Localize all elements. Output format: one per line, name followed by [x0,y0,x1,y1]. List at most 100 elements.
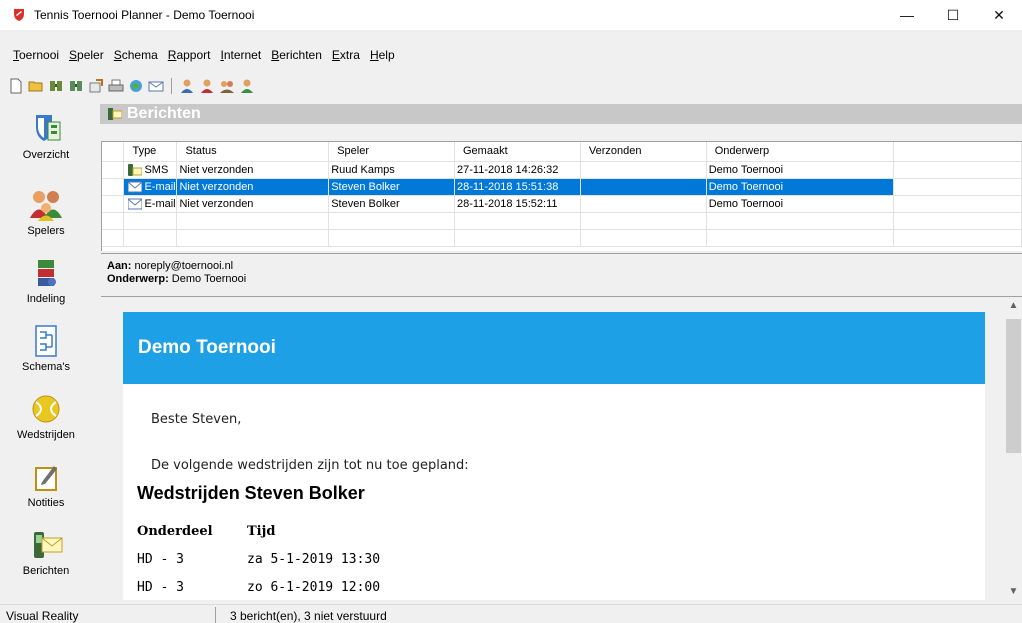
matches-header-row: Onderdeel Tijd [137,517,380,545]
sidebar-item-indeling[interactable]: Indeling [0,256,92,305]
table-row-empty [102,229,1022,247]
cell-gemaakt: 27-11-2018 14:26:32 [454,161,581,179]
scroll-thumb[interactable] [1006,319,1021,453]
sidebar-item-spelers[interactable]: Spelers [0,188,92,237]
sidebar: Overzicht Spelers Indeling Schema's Weds… [0,102,92,600]
cell-verzonden [580,161,707,179]
table-row[interactable]: SMS Niet verzonden Ruud Kamps 27-11-2018… [102,161,1022,179]
tournament-icon[interactable] [48,78,64,94]
cell-type: SMS [123,161,178,179]
row-indicator [102,195,125,213]
column-header-speler[interactable]: Speler [328,142,455,162]
scroll-down-icon[interactable]: ▼ [1005,583,1022,600]
player-icon[interactable] [179,78,195,94]
menu-toernooi[interactable]: Toernooi [8,48,64,62]
table-header-row: Type Status Speler Gemaakt Verzonden Ond… [102,142,1022,162]
cell-filler [893,195,1022,213]
messages-table: Type Status Speler Gemaakt Verzonden Ond… [101,141,1022,251]
status-company: Visual Reality [6,609,79,623]
print-icon[interactable] [108,78,124,94]
minimize-button[interactable]: — [884,0,930,30]
sidebar-label-schemas: Schema's [22,361,70,373]
email-icon [128,181,143,193]
open-folder-icon[interactable] [28,78,44,94]
subject-value: Demo Toernooi [171,273,247,285]
cell-gemaakt: 28-11-2018 15:52:11 [454,195,581,213]
cell-onderwerp: Demo Toernooi [706,161,895,179]
column-header-filler [893,142,1022,162]
menu-berichten[interactable]: Berichten [266,48,327,62]
email-intro: De volgende wedstrijden zijn tot nu toe … [151,458,469,473]
app-window: Tennis Toernooi Planner - Demo Toernooi … [0,0,1022,623]
panel-header: Berichten [100,104,1022,124]
player-green-icon[interactable] [239,78,255,94]
matches-header-onderdeel: Onderdeel [137,523,213,539]
window-title: Tennis Toernooi Planner - Demo Toernooi [34,8,255,22]
email-heading: Wedstrijden Steven Bolker [137,483,365,503]
sidebar-item-berichten[interactable]: Berichten [0,528,92,577]
to-value: noreply@toernooi.nl [134,260,234,272]
sidebar-item-notities[interactable]: Notities [0,460,92,509]
email-banner: Demo Toernooi [123,312,985,384]
cell-type: E-mail [123,178,178,196]
tournament-alt-icon[interactable] [68,78,84,94]
column-header-onderwerp[interactable]: Onderwerp [706,142,895,162]
menu-rapport[interactable]: Rapport [163,48,216,62]
cell-onderwerp: Demo Toernooi [706,195,895,213]
email-body: Demo Toernooi Beste Steven, De volgende … [123,312,985,600]
sidebar-item-overzicht[interactable]: Overzicht [0,112,92,161]
sidebar-label-berichten: Berichten [22,565,70,577]
sidebar-item-wedstrijden[interactable]: Wedstrijden [0,392,92,441]
menu-help[interactable]: Help [365,48,400,62]
cell-speler: Ruud Kamps [328,161,455,179]
toolbar [8,76,255,96]
status-message-count: 3 bericht(en), 3 niet verstuurd [230,609,387,623]
overview-icon [36,115,61,141]
email-icon [128,198,143,210]
column-header-gemaakt[interactable]: Gemaakt [454,142,581,162]
sidebar-label-indeling: Indeling [26,293,66,305]
internet-icon[interactable] [128,78,144,94]
sidebar-item-schemas[interactable]: Schema's [0,324,92,373]
cell-speler: Steven Bolker [328,178,455,196]
scroll-up-icon[interactable]: ▲ [1005,297,1022,314]
message-preview[interactable]: Demo Toernooi Beste Steven, De volgende … [101,297,1005,600]
menu-bar: Toernooi Speler Schema Rapport Internet … [0,44,400,66]
app-logo-icon [14,9,24,21]
matches-table: Onderdeel Tijd HD - 3 za 5-1-2019 13:30 … [137,517,380,600]
cell-status: Niet verzonden [176,195,330,213]
table-row[interactable]: E-mail Niet verzonden Steven Bolker 28-1… [102,195,1022,213]
table-row-empty [102,212,1022,230]
maximize-button[interactable]: ☐ [930,0,976,30]
matches-header-tijd: Tijd [247,523,276,539]
menu-internet[interactable]: Internet [215,48,266,62]
email-banner-title: Demo Toernooi [138,337,276,358]
cell-status: Niet verzonden [176,161,330,179]
cell-gemaakt: 28-11-2018 15:51:38 [454,178,581,196]
cell-status: Niet verzonden [176,178,330,196]
email-greeting: Beste Steven, [151,412,242,427]
cell-filler [893,178,1022,196]
schedule-icon [35,325,57,357]
new-file-icon[interactable] [8,78,24,94]
status-bar: Visual Reality 3 bericht(en), 3 niet ver… [0,604,1022,623]
sms-icon [128,164,143,176]
match-row: HD - 3 za 5-1-2019 13:30 [137,551,381,567]
column-header-verzonden[interactable]: Verzonden [580,142,707,162]
export-icon[interactable] [88,78,104,94]
menu-extra[interactable]: Extra [327,48,365,62]
column-header-status[interactable]: Status [176,142,330,162]
message-icon[interactable] [148,78,164,94]
cell-onderwerp: Demo Toernooi [706,178,895,196]
players-swap-icon[interactable] [219,78,235,94]
column-header-type[interactable]: Type [123,142,178,162]
cell-speler: Steven Bolker [328,195,455,213]
close-button[interactable]: ✕ [976,0,1022,30]
table-row-selected[interactable]: E-mail Niet verzonden Steven Bolker 28-1… [102,178,1022,196]
tennis-ball-icon [32,395,60,423]
player-red-icon[interactable] [199,78,215,94]
row-indicator [102,161,125,179]
menu-schema[interactable]: Schema [109,48,163,62]
menu-speler[interactable]: Speler [64,48,109,62]
preview-scrollbar[interactable]: ▲ ▼ [1005,297,1022,600]
